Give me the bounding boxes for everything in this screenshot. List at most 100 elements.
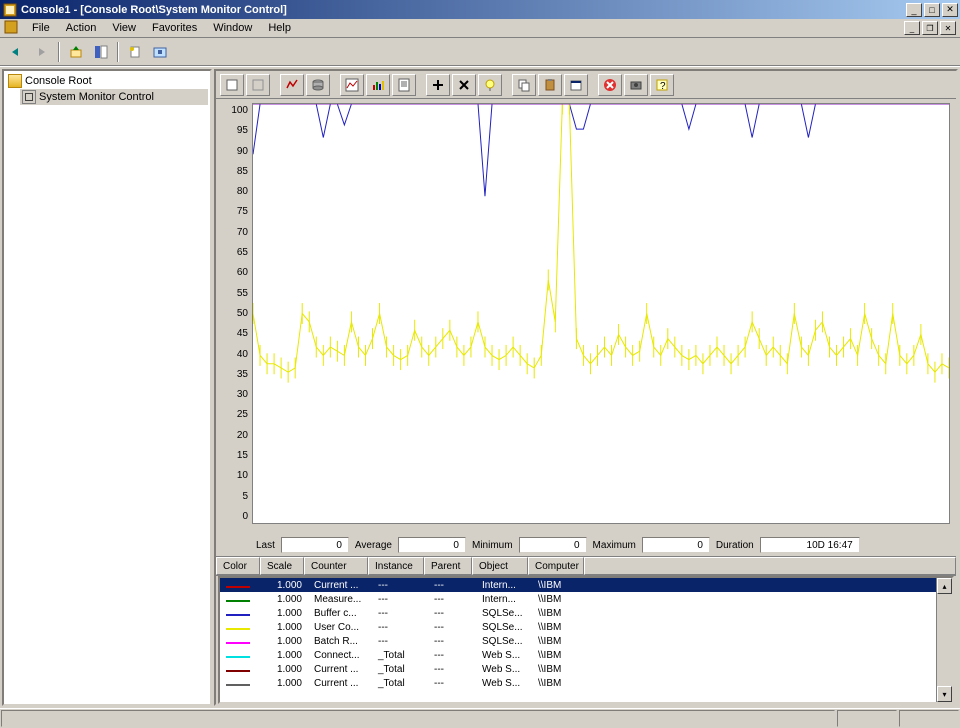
back-button[interactable] (6, 41, 28, 63)
menu-window[interactable]: Window (205, 20, 260, 36)
cell: Web S... (476, 664, 532, 675)
app-icon (2, 2, 18, 18)
close-button[interactable]: ✕ (942, 3, 958, 17)
column-header-parent[interactable]: Parent (424, 557, 472, 575)
cell: Measure... (308, 594, 372, 605)
menu-view[interactable]: View (104, 20, 144, 36)
view-log-button[interactable] (306, 74, 330, 96)
mdi-restore-button[interactable]: ❐ (922, 21, 938, 35)
counter-row[interactable]: 1.000Measure...------Intern...\\IBM (220, 592, 952, 606)
workspace: Console Root System Monitor Control (0, 66, 960, 708)
cell (220, 650, 264, 661)
cell: 1.000 (264, 678, 308, 689)
y-tick: 80 (222, 186, 248, 197)
maximize-button[interactable]: □ (924, 3, 940, 17)
y-tick: 75 (222, 206, 248, 217)
y-tick: 50 (222, 308, 248, 319)
y-tick: 0 (222, 511, 248, 522)
delete-counter-button[interactable] (452, 74, 476, 96)
tree-root-label: Console Root (25, 75, 92, 87)
view-report-button[interactable] (392, 74, 416, 96)
add-counter-button[interactable] (426, 74, 450, 96)
minimize-button[interactable]: _ (906, 3, 922, 17)
mdi-minimize-button[interactable]: _ (904, 21, 920, 35)
counter-row[interactable]: 1.000Batch R...------SQLSe...\\IBM (220, 634, 952, 648)
view-histogram-button[interactable] (366, 74, 390, 96)
highlight-button[interactable] (478, 74, 502, 96)
status-panel-1 (837, 710, 897, 727)
minimum-value: 0 (519, 537, 587, 553)
view-current-button[interactable] (280, 74, 304, 96)
control-icon (22, 90, 36, 104)
last-value: 0 (281, 537, 349, 553)
y-tick: 5 (222, 491, 248, 502)
cell: Web S... (476, 678, 532, 689)
cell: --- (428, 580, 476, 591)
column-header-computer[interactable]: Computer (528, 557, 584, 575)
system-menu-icon[interactable] (4, 20, 20, 36)
cell: Web S... (476, 650, 532, 661)
svg-text:?: ? (660, 81, 666, 92)
properties-button[interactable] (124, 41, 146, 63)
vertical-scrollbar[interactable]: ▴ ▾ (936, 578, 952, 702)
export-button[interactable] (149, 41, 171, 63)
tree-pane[interactable]: Console Root System Monitor Control (2, 69, 212, 706)
status-panel-main (1, 710, 835, 727)
menu-file[interactable]: File (24, 20, 58, 36)
cell: \\IBM (532, 636, 588, 647)
chart-area: 1009590858075706560555045403530252015105… (216, 99, 956, 534)
stats-row: Last 0 Average 0 Minimum 0 Maximum 0 Dur… (216, 534, 956, 556)
update-button[interactable] (624, 74, 648, 96)
properties-perf-button[interactable] (564, 74, 588, 96)
counter-row[interactable]: 1.000Buffer c...------SQLSe...\\IBM (220, 606, 952, 620)
column-header-counter[interactable]: Counter (304, 557, 368, 575)
counter-rows-wrap: 1.000Current ...------Intern...\\IBM1.00… (218, 576, 954, 704)
scroll-down-button[interactable]: ▾ (937, 686, 952, 702)
chart-surface[interactable] (252, 103, 950, 524)
counter-rows[interactable]: 1.000Current ...------Intern...\\IBM1.00… (220, 578, 952, 690)
menu-help[interactable]: Help (260, 20, 299, 36)
status-panel-2 (899, 710, 959, 727)
cell: 1.000 (264, 580, 308, 591)
column-header-scale[interactable]: Scale (260, 557, 304, 575)
menu-favorites[interactable]: Favorites (144, 20, 205, 36)
paste-button[interactable] (538, 74, 562, 96)
counter-row[interactable]: 1.000Current ..._Total---Web S...\\IBM (220, 662, 952, 676)
cell: Buffer c... (308, 608, 372, 619)
y-tick: 65 (222, 247, 248, 258)
perf-toolbar: ? (216, 71, 956, 99)
counter-row[interactable]: 1.000Current ...------Intern...\\IBM (220, 578, 952, 592)
cell (220, 622, 264, 633)
up-button[interactable] (65, 41, 87, 63)
last-label: Last (256, 540, 275, 551)
show-tree-button[interactable] (90, 41, 112, 63)
y-tick: 20 (222, 430, 248, 441)
scroll-up-button[interactable]: ▴ (937, 578, 952, 594)
column-header-color[interactable]: Color (216, 557, 260, 575)
window-title: Console1 - [Console Root\System Monitor … (21, 4, 906, 16)
clear-display-button[interactable] (246, 74, 270, 96)
help-button[interactable]: ? (650, 74, 674, 96)
copy-button[interactable] (512, 74, 536, 96)
cell: \\IBM (532, 650, 588, 661)
cell: User Co... (308, 622, 372, 633)
cell: --- (372, 608, 428, 619)
view-graph-button[interactable] (340, 74, 364, 96)
y-tick: 30 (222, 389, 248, 400)
new-counter-set-button[interactable] (220, 74, 244, 96)
counter-row[interactable]: 1.000Current ..._Total---Web S...\\IBM (220, 676, 952, 690)
counter-row[interactable]: 1.000Connect..._Total---Web S...\\IBM (220, 648, 952, 662)
cell: SQLSe... (476, 622, 532, 633)
tree-root[interactable]: Console Root (6, 73, 208, 89)
tree-child[interactable]: System Monitor Control (20, 89, 208, 105)
forward-button[interactable] (31, 41, 53, 63)
column-header-instance[interactable]: Instance (368, 557, 424, 575)
statusbar (0, 708, 960, 728)
mdi-close-button[interactable]: ✕ (940, 21, 956, 35)
menu-action[interactable]: Action (58, 20, 105, 36)
counter-row[interactable]: 1.000User Co...------SQLSe...\\IBM (220, 620, 952, 634)
column-header-object[interactable]: Object (472, 557, 528, 575)
freeze-button[interactable] (598, 74, 622, 96)
cell (220, 664, 264, 675)
titlebar: Console1 - [Console Root\System Monitor … (0, 0, 960, 19)
